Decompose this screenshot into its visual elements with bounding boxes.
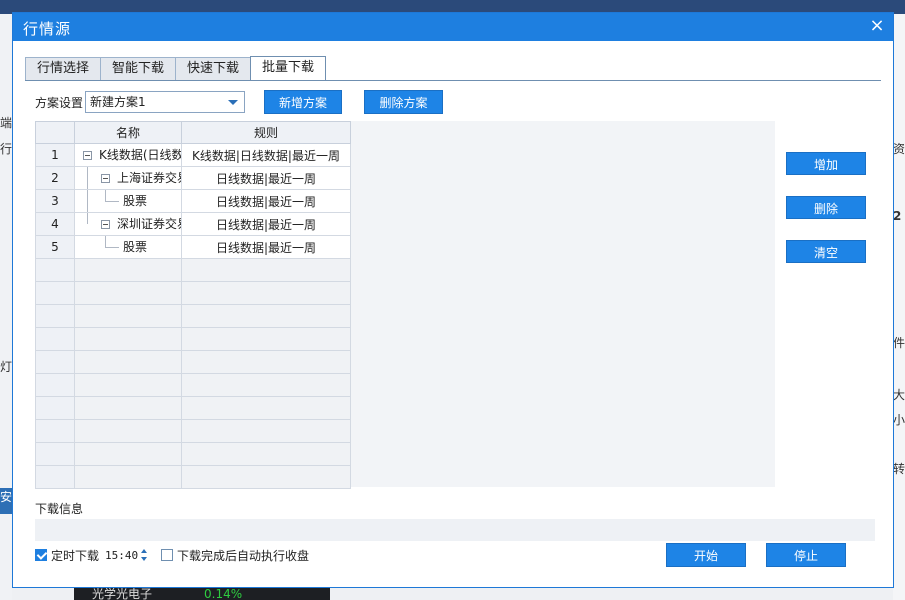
start-button[interactable]: 开始 xyxy=(666,543,746,567)
scheme-select[interactable]: 新建方案1 xyxy=(85,91,246,113)
time-value: 15:40 xyxy=(105,549,139,562)
table-header-row: 名称 规则 xyxy=(35,121,351,144)
spinner-arrows-icon[interactable] xyxy=(140,548,148,564)
row-number: 4 xyxy=(35,212,75,236)
timer-download-checkbox[interactable] xyxy=(35,549,47,561)
empty-row xyxy=(35,281,351,305)
row-name-cell[interactable]: 上海证券交易 xyxy=(74,166,182,190)
bg-left-frag: 灯 xyxy=(0,360,13,374)
scheme-label: 方案设置 xyxy=(35,95,84,110)
row-number: 2 xyxy=(35,166,75,190)
empty-row xyxy=(35,258,351,282)
empty-row xyxy=(35,396,351,420)
header-name: 名称 xyxy=(74,121,182,144)
scheme-row: 方案设置 新建方案1 xyxy=(35,91,246,113)
time-spinner[interactable]: 15:40 xyxy=(103,546,150,564)
header-index xyxy=(35,121,75,144)
collapse-icon[interactable] xyxy=(83,151,92,160)
row-number: 3 xyxy=(35,189,75,213)
table-row[interactable]: 3 股票 日线数据|最近一周 xyxy=(35,189,351,213)
dialog-titlebar[interactable]: 行情源 × xyxy=(13,13,893,41)
download-info-label: 下载信息 xyxy=(35,502,84,516)
empty-row xyxy=(35,442,351,466)
row-rule: 日线数据|最近一周 xyxy=(181,212,351,236)
table-row[interactable]: 1 K线数据(日线数 K线数据|日线数据|最近一周 xyxy=(35,143,351,167)
timer-download-label[interactable]: 定时下载 xyxy=(51,547,99,564)
dialog-title: 行情源 xyxy=(23,20,72,38)
auto-close-checkbox[interactable] xyxy=(161,549,174,561)
header-rule: 规则 xyxy=(181,121,351,144)
row-name: 深圳证券交易 xyxy=(117,217,181,231)
rules-grid-area: 名称 规则 1 K线数据(日线数 K线数据|日线数据|最近一周 2 上海证券交 … xyxy=(35,121,775,489)
row-number: 5 xyxy=(35,235,75,259)
add-rule-button[interactable]: 增加 xyxy=(786,152,866,175)
row-name-cell[interactable]: 股票 xyxy=(74,189,182,213)
rules-table: 名称 规则 1 K线数据(日线数 K线数据|日线数据|最近一周 2 上海证券交 … xyxy=(35,121,351,489)
table-row[interactable]: 4 深圳证券交易 日线数据|最近一周 xyxy=(35,212,351,236)
row-name: 股票 xyxy=(123,240,148,254)
row-name: 上海证券交易 xyxy=(117,171,181,185)
table-row[interactable]: 5 股票 日线数据|最近一周 xyxy=(35,235,351,259)
row-rule: K线数据|日线数据|最近一周 xyxy=(181,143,351,167)
bg-right-frag: 资 xyxy=(893,142,905,156)
collapse-icon[interactable] xyxy=(101,174,110,183)
bg-ticker: 光学光电子 0.14% xyxy=(74,588,330,600)
tab-bar: 行情选择 智能下载 快速下载 批量下载 xyxy=(25,56,327,81)
bg-left-frag: 行 xyxy=(0,142,13,156)
empty-row xyxy=(35,465,351,489)
tab-smart-download[interactable]: 智能下载 xyxy=(100,57,177,80)
table-row[interactable]: 2 上海证券交易 日线数据|最近一周 xyxy=(35,166,351,190)
bg-right-frag: 转 xyxy=(893,462,905,476)
delete-rule-button[interactable]: 删除 xyxy=(786,196,866,219)
row-name-cell[interactable]: K线数据(日线数 xyxy=(74,143,182,167)
empty-row xyxy=(35,419,351,443)
bg-left-blue-button: 安 xyxy=(0,488,12,514)
bg-left-frag: 端 xyxy=(0,116,13,130)
row-name: 股票 xyxy=(123,194,148,208)
tab-divider xyxy=(25,80,881,81)
row-name-cell[interactable]: 深圳证券交易 xyxy=(74,212,182,236)
empty-row xyxy=(35,304,351,328)
bg-right-frag: 件 xyxy=(893,336,905,350)
background-app-bottom: 光学光电子 0.14% xyxy=(12,588,893,600)
row-name-cell[interactable]: 股票 xyxy=(74,235,182,259)
empty-row xyxy=(35,350,351,374)
auto-close-label[interactable]: 下载完成后自动执行收盘 xyxy=(177,547,309,564)
row-rule: 日线数据|最近一周 xyxy=(181,235,351,259)
market-source-dialog: 行情源 × 行情选择 智能下载 快速下载 批量下载 方案设置 新建方案1 新增方… xyxy=(12,12,894,588)
row-rule: 日线数据|最近一周 xyxy=(181,166,351,190)
download-info-box xyxy=(35,519,875,541)
tab-batch-download[interactable]: 批量下载 xyxy=(250,56,327,81)
empty-row xyxy=(35,327,351,351)
chevron-down-icon[interactable] xyxy=(228,100,239,105)
collapse-icon[interactable] xyxy=(101,220,110,229)
row-number: 1 xyxy=(35,143,75,167)
row-rule: 日线数据|最近一周 xyxy=(181,189,351,213)
bg-right-frag: 2 xyxy=(893,209,902,223)
empty-row xyxy=(35,373,351,397)
bg-right-frag: 小 xyxy=(893,413,905,427)
background-app-left: 端 行 灯 安 xyxy=(0,14,12,600)
background-app-right: 资 2 件 大 小 转 xyxy=(893,14,905,600)
delete-scheme-button[interactable]: 删除方案 xyxy=(364,90,443,114)
row-name: K线数据(日线数 xyxy=(99,148,182,162)
clear-rules-button[interactable]: 清空 xyxy=(786,240,866,263)
close-icon[interactable]: × xyxy=(867,16,887,36)
add-scheme-button[interactable]: 新增方案 xyxy=(264,90,342,114)
scheme-selected-value: 新建方案1 xyxy=(90,95,146,109)
bg-right-frag: 大 xyxy=(893,388,905,402)
stop-button[interactable]: 停止 xyxy=(766,543,846,567)
tab-market-select[interactable]: 行情选择 xyxy=(25,57,102,80)
tab-quick-download[interactable]: 快速下载 xyxy=(175,57,252,80)
bottom-options: 定时下载 15:40 下载完成后自动执行收盘 xyxy=(35,545,309,565)
ticker-pct: 0.14% xyxy=(204,588,243,600)
ticker-name: 光学光电子 xyxy=(92,588,153,600)
